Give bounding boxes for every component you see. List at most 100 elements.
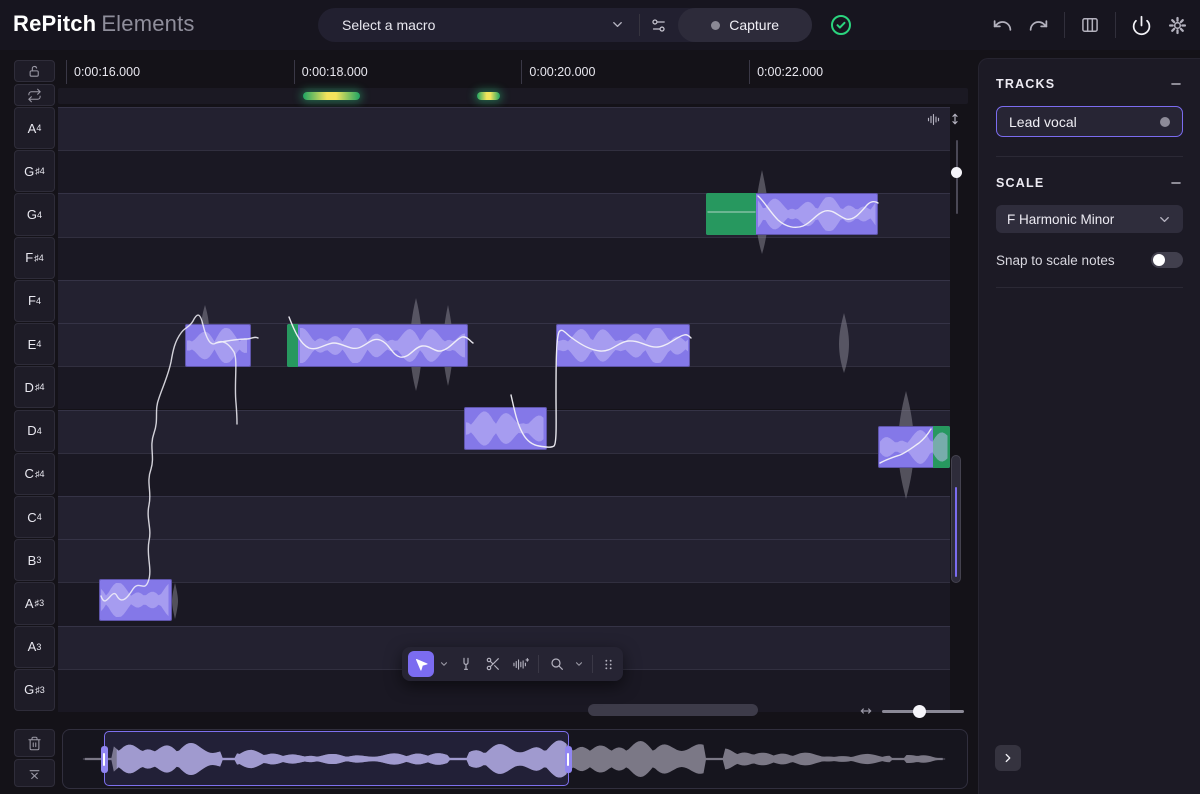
macro-settings-button[interactable] [640, 8, 676, 42]
vertical-zoom-handle[interactable] [951, 167, 962, 178]
capture-marker [303, 92, 360, 100]
tracks-collapse-button[interactable] [1169, 77, 1183, 91]
settings-button[interactable] [1167, 15, 1188, 36]
brand-bold: RePitch [13, 11, 96, 36]
note-label-c4[interactable]: C4 [14, 496, 55, 538]
pitch-row-as3[interactable] [58, 582, 950, 625]
delete-button[interactable] [14, 729, 55, 757]
note-label-b3[interactable]: B3 [14, 539, 55, 581]
pitch-tool-button[interactable] [454, 651, 478, 677]
note-label-fs4[interactable]: F♯4 [14, 237, 55, 279]
toggle-knob [1153, 254, 1165, 266]
note-block[interactable] [464, 407, 547, 450]
note-label-ds4[interactable]: D♯4 [14, 366, 55, 408]
waveform-plus-icon [512, 656, 529, 673]
capture-marker [477, 92, 500, 100]
track-status-dot [1160, 117, 1170, 127]
zoom-tool-button[interactable] [545, 651, 569, 677]
scale-title: SCALE [996, 176, 1044, 190]
waveform-view-icon[interactable] [926, 112, 941, 127]
undo-button[interactable] [992, 15, 1013, 36]
selection-start-handle[interactable] [101, 746, 108, 773]
trash-icon [27, 736, 42, 751]
divider [996, 287, 1183, 288]
note-label-e4[interactable]: E4 [14, 323, 55, 365]
loop-button[interactable] [14, 84, 55, 106]
expand-panel-button[interactable] [995, 745, 1021, 771]
note-block[interactable] [556, 324, 690, 367]
horizontal-scrollbar[interactable] [588, 704, 758, 716]
chevron-down-icon [610, 17, 625, 32]
scale-collapse-button[interactable] [1169, 176, 1183, 190]
note-label-cs4[interactable]: C♯4 [14, 453, 55, 495]
note-block[interactable] [878, 426, 950, 468]
tracks-title: TRACKS [996, 77, 1055, 91]
note-label-d4[interactable]: D4 [14, 410, 55, 452]
scissors-tool-button[interactable] [481, 651, 505, 677]
lock-open-icon [27, 64, 42, 79]
note-label-g4[interactable]: G4 [14, 193, 55, 235]
toolbar-drag-handle[interactable] [599, 651, 617, 677]
vertical-scrollbar[interactable] [951, 455, 961, 583]
pitch-row-f4[interactable] [58, 280, 950, 323]
timeline-ruler[interactable]: 0:00:16.0000:00:18.0000:00:20.0000:00:22… [58, 60, 968, 84]
note-label-f4[interactable]: F4 [14, 280, 55, 322]
note-label-as3[interactable]: A♯3 [14, 582, 55, 624]
audio-overview[interactable] [62, 729, 968, 789]
note-block[interactable] [287, 324, 468, 367]
pitch-row-a4[interactable] [58, 107, 950, 150]
snap-toggle[interactable] [1151, 252, 1183, 268]
topbar-actions [992, 0, 1188, 50]
pitch-row-gs4[interactable] [58, 150, 950, 193]
repitch-window: RePitchElements Select a macro Capture [0, 0, 1200, 794]
note-block[interactable] [706, 193, 878, 235]
scale-header: SCALE [996, 174, 1183, 192]
grip-dots-icon [602, 657, 615, 672]
selection-end-handle[interactable] [565, 746, 572, 773]
note-label-a4[interactable]: A4 [14, 107, 55, 149]
divider [1064, 12, 1065, 38]
minus-icon [1169, 77, 1183, 91]
waveform-tool-button[interactable] [508, 651, 532, 677]
note-label-a3[interactable]: A3 [14, 626, 55, 668]
select-tool-button[interactable] [408, 651, 434, 677]
pitch-row-b3[interactable] [58, 539, 950, 582]
cursor-icon [414, 657, 429, 672]
chevron-down-icon [439, 659, 449, 669]
note-label-gs4[interactable]: G♯4 [14, 150, 55, 192]
edit-toolbar [402, 647, 623, 681]
track-item-lead-vocal[interactable]: Lead vocal [996, 106, 1183, 137]
macro-select-label: Select a macro [342, 17, 435, 33]
lock-button[interactable] [14, 60, 55, 82]
pitch-row-cs4[interactable] [58, 453, 950, 496]
capture-button[interactable]: Capture [678, 8, 812, 42]
note-block[interactable] [185, 324, 251, 367]
zoom-tool-options-button[interactable] [572, 651, 586, 677]
select-tool-options-button[interactable] [437, 651, 451, 677]
scale-value: F Harmonic Minor [1007, 212, 1114, 227]
pitch-row-fs4[interactable] [58, 237, 950, 280]
layout-columns-button[interactable] [1080, 15, 1100, 35]
note-block[interactable] [99, 579, 172, 621]
magnifier-icon [549, 656, 565, 672]
pitch-row-c4[interactable] [58, 496, 950, 539]
horizontal-zoom-handle[interactable] [913, 705, 926, 718]
capture-strip [58, 88, 968, 104]
chevron-down-icon [574, 659, 584, 669]
sliders-icon [650, 17, 667, 34]
power-button[interactable] [1131, 15, 1152, 36]
macro-select-dropdown[interactable]: Select a macro [318, 8, 639, 42]
pitch-row-ds4[interactable] [58, 366, 950, 409]
ruler-tick: 0:00:16.000 [66, 60, 294, 84]
scale-select-dropdown[interactable]: F Harmonic Minor [996, 205, 1183, 233]
ruler-tick: 0:00:22.000 [749, 60, 977, 84]
ruler-tick: 0:00:20.000 [521, 60, 749, 84]
vertical-resize-icon[interactable] [948, 112, 962, 127]
divider [1115, 12, 1116, 38]
divider [592, 655, 593, 673]
note-label-gs3[interactable]: G♯3 [14, 669, 55, 711]
split-button[interactable] [14, 759, 55, 787]
redo-button[interactable] [1028, 15, 1049, 36]
capture-indicator-dot [711, 21, 720, 30]
overview-selection[interactable] [104, 731, 569, 786]
